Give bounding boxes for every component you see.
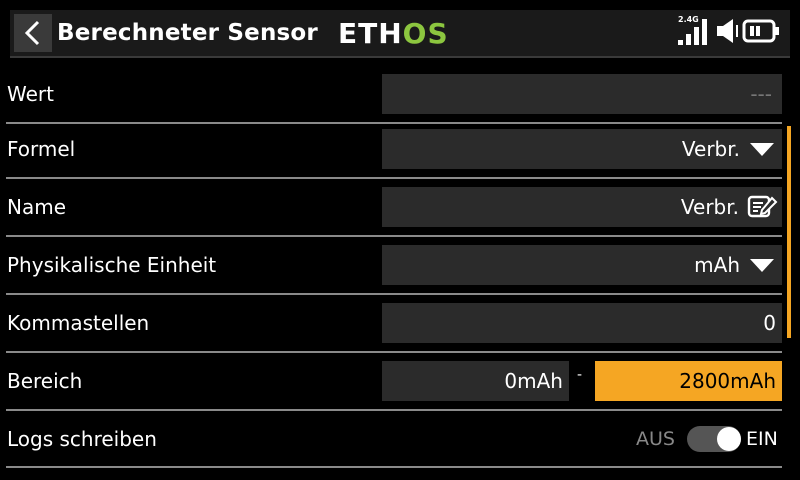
- toggle-knob: [717, 427, 741, 451]
- wert-label: Wert: [7, 82, 54, 106]
- name-field[interactable]: Verbr.: [382, 187, 782, 227]
- einheit-value: mAh: [694, 253, 740, 277]
- divider: [6, 409, 782, 411]
- chevron-left-icon: [24, 20, 40, 46]
- formel-label: Formel: [7, 137, 76, 161]
- bereich-max-value: 2800mAh: [679, 369, 776, 393]
- speaker-icon: [717, 19, 738, 43]
- wert-value: ---: [750, 82, 772, 106]
- formel-value: Verbr.: [681, 137, 740, 161]
- divider: [6, 122, 782, 124]
- komma-field[interactable]: 0: [382, 303, 782, 343]
- edit-icon: [747, 195, 778, 218]
- scrollbar[interactable]: [787, 126, 791, 338]
- logs-label: Logs schreiben: [7, 427, 157, 451]
- name-value: Verbr.: [680, 195, 739, 219]
- name-label: Name: [7, 195, 67, 219]
- back-button[interactable]: [14, 14, 52, 52]
- bereich-max-field[interactable]: 2800mAh: [595, 361, 782, 401]
- divider: [6, 293, 782, 295]
- komma-label: Kommastellen: [7, 311, 150, 335]
- bereich-min-value: 0mAh: [504, 369, 563, 393]
- einheit-label: Physikalische Einheit: [7, 253, 217, 277]
- toggle-on-label: EIN: [746, 428, 778, 450]
- bereich-label: Bereich: [7, 369, 83, 393]
- wert-field: ---: [382, 74, 782, 114]
- divider: [6, 177, 782, 179]
- komma-value: 0: [763, 311, 776, 335]
- dropdown-arrow-icon: [750, 259, 774, 272]
- range-separator: -: [577, 367, 583, 383]
- divider: [6, 351, 782, 353]
- formel-dropdown[interactable]: Verbr.: [382, 129, 782, 169]
- einheit-dropdown[interactable]: mAh: [382, 245, 782, 285]
- dropdown-arrow-icon: [750, 143, 774, 156]
- bereich-min-field[interactable]: 0mAh: [382, 361, 569, 401]
- page-title: Berechneter Sensor: [57, 20, 318, 46]
- signal-icon: 2.4G: [676, 16, 710, 46]
- battery-icon: [742, 19, 779, 43]
- toggle-off-label: AUS: [636, 428, 675, 450]
- ethos-logo: ETHOS: [338, 17, 449, 50]
- divider: [6, 235, 782, 237]
- divider: [6, 466, 782, 468]
